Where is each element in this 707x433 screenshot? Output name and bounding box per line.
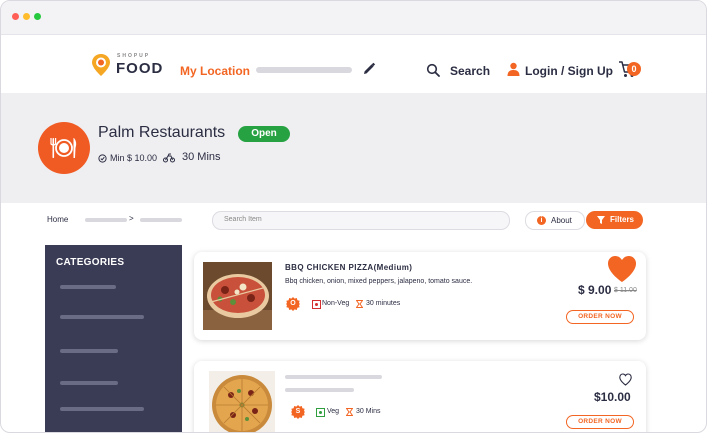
open-status-badge: Open <box>238 126 290 142</box>
non-veg-icon <box>312 300 321 309</box>
filters-label: Filters <box>610 215 635 224</box>
info-icon: i <box>537 216 546 225</box>
item-description: Bbq chicken, onion, mixed peppers, jalap… <box>285 278 473 285</box>
category-item[interactable] <box>60 315 144 319</box>
breadcrumb-placeholder <box>140 218 182 222</box>
search-icon[interactable] <box>426 63 440 77</box>
category-item[interactable] <box>60 381 118 385</box>
category-item[interactable] <box>60 349 118 353</box>
plate-cutlery-icon <box>50 138 77 158</box>
minimize-window-dot[interactable] <box>23 13 30 20</box>
badge-letter: O <box>290 300 296 307</box>
minimum-order: Min $ 10.00 <box>110 153 158 163</box>
item-description-placeholder <box>285 388 354 392</box>
item-prep-time: 30 minutes <box>366 300 401 307</box>
browser-titlebar <box>1 1 706 35</box>
category-item[interactable] <box>60 285 116 289</box>
browser-window: SHOPUP FOOD My Location Search Login / S… <box>0 0 707 433</box>
close-window-dot[interactable] <box>12 13 19 20</box>
delivery-time: 30 Mins <box>182 151 221 163</box>
breadcrumb-separator: > <box>129 214 134 223</box>
restaurant-logo <box>38 122 90 174</box>
order-now-button[interactable]: ORDER NOW <box>566 415 634 429</box>
item-badge: O <box>286 297 300 311</box>
logo-wordmark: FOOD <box>116 60 164 77</box>
location-placeholder-bar <box>256 67 352 73</box>
maximize-window-dot[interactable] <box>34 13 41 20</box>
item-prep-time: 30 Mins <box>356 408 381 415</box>
item-old-price: $ 11.00 <box>614 287 637 294</box>
category-item[interactable] <box>60 407 144 411</box>
cart-count-badge[interactable]: 0 <box>627 62 641 76</box>
restaurant-banner: Palm Restaurants Open Min $ 10.00 30 Min… <box>1 93 706 203</box>
check-circle-icon <box>98 154 107 163</box>
pizza-slices-image <box>203 262 272 330</box>
favorite-heart-outline-icon[interactable] <box>619 373 632 386</box>
badge-letter: S <box>295 408 301 415</box>
item-type: Non-Veg <box>322 300 350 307</box>
timer-icon <box>346 408 353 416</box>
item-title-placeholder <box>285 375 382 379</box>
item-type: Veg <box>327 408 340 415</box>
pencil-icon[interactable] <box>362 62 376 76</box>
item-title: BBQ CHICKEN PIZZA(Medium) <box>285 263 413 272</box>
categories-sidebar: CATEGORIES <box>45 245 182 432</box>
veg-icon <box>316 408 325 417</box>
timer-icon <box>356 300 363 308</box>
item-badge: S <box>291 405 305 419</box>
delivery-bike-icon <box>163 153 175 163</box>
funnel-icon <box>597 216 605 224</box>
user-icon[interactable] <box>507 62 520 76</box>
order-now-button[interactable]: ORDER NOW <box>566 310 634 324</box>
location-pin-logo-icon <box>92 54 110 76</box>
categories-title: CATEGORIES <box>56 257 125 268</box>
restaurant-name: Palm Restaurants <box>98 124 226 141</box>
logo-tagline: SHOPUP <box>117 53 151 59</box>
about-label: About <box>551 216 572 225</box>
menu-item-card[interactable]: BBQ CHICKEN PIZZA(Medium) Bbq chicken, o… <box>194 252 646 340</box>
site-header: SHOPUP FOOD My Location Search Login / S… <box>1 35 706 93</box>
login-signup-link[interactable]: Login / Sign Up <box>525 64 613 78</box>
filters-button[interactable]: Filters <box>586 211 643 229</box>
item-price: $ 9.00 <box>578 283 612 297</box>
about-button[interactable]: i About <box>525 211 585 230</box>
pizza-image <box>209 371 275 432</box>
search-item-input[interactable]: Search Item <box>212 211 510 230</box>
item-price: $10.00 <box>594 390 631 404</box>
favorite-heart-icon[interactable] <box>607 255 637 283</box>
search-link[interactable]: Search <box>450 64 490 78</box>
breadcrumb-placeholder <box>85 218 127 222</box>
breadcrumb-home[interactable]: Home <box>47 215 68 224</box>
menu-item-card[interactable]: S Veg 30 Mins $10.00 ORDER NOW <box>194 361 646 432</box>
my-location-link[interactable]: My Location <box>180 64 250 78</box>
search-item-placeholder: Search Item <box>224 216 262 223</box>
